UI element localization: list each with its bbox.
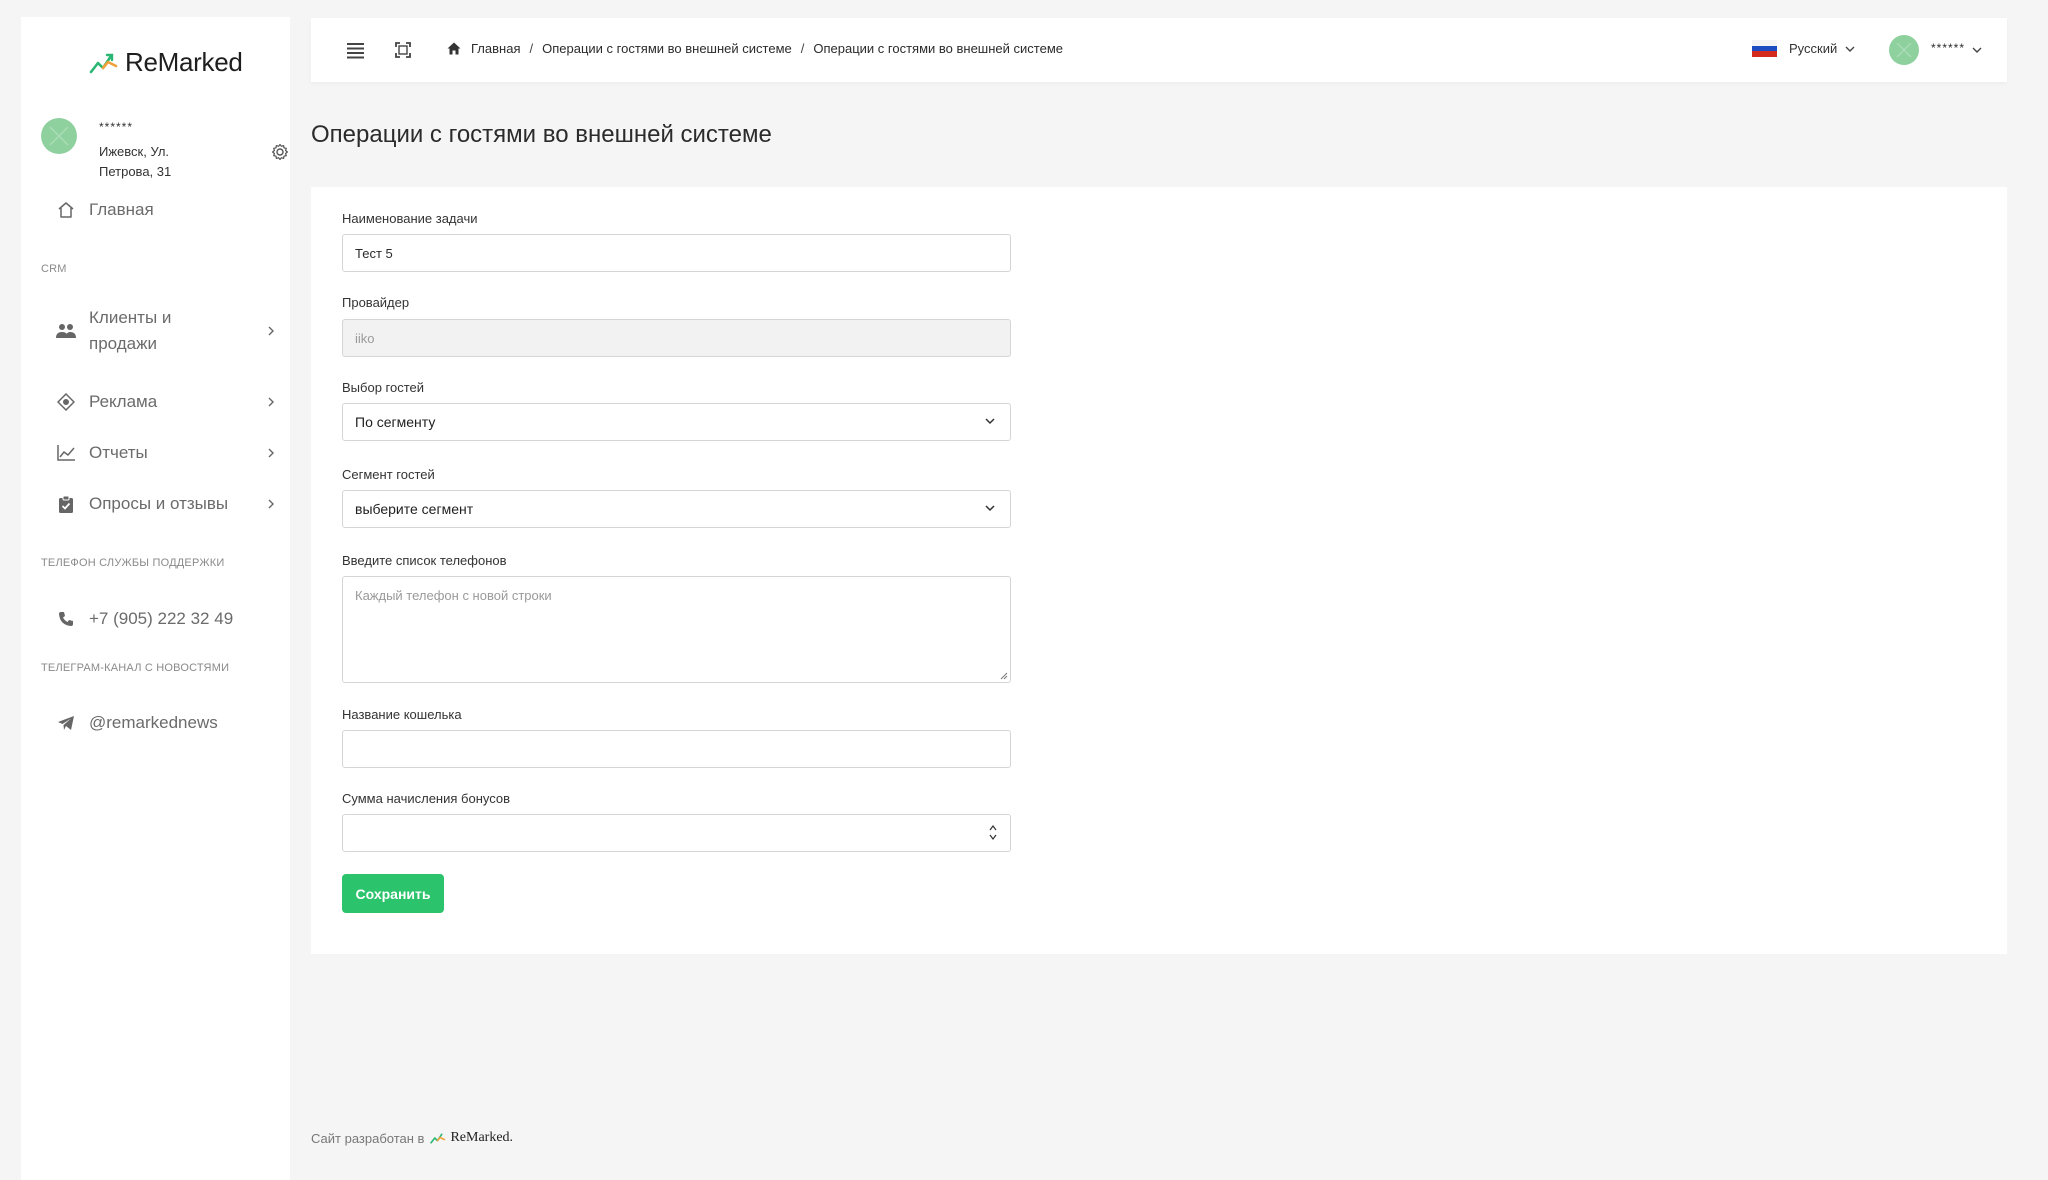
fullscreen-icon[interactable] bbox=[393, 40, 413, 60]
sidebar-item-label: Реклама bbox=[89, 392, 158, 411]
segment-label: Сегмент гостей bbox=[342, 467, 435, 482]
sidebar-item-label: Клиенты и продажи bbox=[89, 308, 172, 353]
bonus-number-input[interactable] bbox=[342, 814, 1011, 852]
chevron-down-icon bbox=[985, 505, 995, 512]
breadcrumb-separator: / bbox=[800, 41, 805, 56]
sidebar: ReMarked ****** Ижевск, Ул. Петрова, 31 … bbox=[21, 17, 290, 1180]
avatar[interactable] bbox=[41, 118, 77, 154]
segment-value: выберите сегмент bbox=[355, 501, 474, 517]
support-phone-link[interactable]: +7 (905) 222 32 49 bbox=[55, 608, 275, 630]
section-label-support: ТЕЛЕФОН СЛУЖБЫ ПОДДЕРЖКИ bbox=[41, 557, 225, 569]
avatar bbox=[1889, 35, 1919, 65]
russia-flag-icon bbox=[1752, 40, 1777, 58]
breadcrumb: Главная / Операции с гостями во внешней … bbox=[447, 41, 1063, 56]
sidebar-item-label: Отчеты bbox=[89, 443, 148, 462]
provider-value: iiko bbox=[355, 330, 375, 346]
task-name-input[interactable]: Тест 5 bbox=[342, 234, 1011, 272]
sidebar-item-surveys[interactable]: Опросы и отзывы bbox=[55, 493, 275, 515]
logo-chart-icon bbox=[430, 1133, 446, 1144]
wallet-label: Название кошелька bbox=[342, 707, 462, 722]
footer-text: Сайт разработан в bbox=[311, 1130, 425, 1146]
top-bar: Главная / Операции с гостями во внешней … bbox=[311, 18, 2007, 82]
provider-label: Провайдер bbox=[342, 295, 410, 310]
clipboard-check-icon bbox=[55, 493, 77, 515]
gear-icon[interactable] bbox=[270, 142, 290, 162]
wallet-input[interactable] bbox=[342, 730, 1011, 768]
resize-handle-icon[interactable] bbox=[999, 671, 1008, 680]
bonus-label: Сумма начисления бонусов bbox=[342, 791, 511, 806]
user-menu[interactable]: ****** bbox=[1889, 35, 1983, 65]
users-icon bbox=[55, 320, 77, 342]
logo-text: ReMarked bbox=[125, 47, 243, 77]
phones-placeholder: Каждый телефон с новой строки bbox=[355, 588, 552, 603]
phones-textarea[interactable]: Каждый телефон с новой строки bbox=[342, 576, 1011, 683]
breadcrumb-item-current: Операции с гостями во внешней системе bbox=[813, 41, 1063, 56]
app-logo[interactable]: ReMarked bbox=[89, 47, 243, 78]
telegram-link[interactable]: @remarkednews bbox=[55, 712, 275, 734]
guest-select-label: Выбор гостей bbox=[342, 380, 425, 395]
profile-block: ****** Ижевск, Ул. Петрова, 31 bbox=[41, 102, 288, 182]
provider-input: iiko bbox=[342, 319, 1011, 357]
phone-icon bbox=[55, 608, 77, 630]
chevron-right-icon bbox=[268, 448, 274, 458]
telegram-icon bbox=[55, 712, 77, 734]
section-label-crm: CRM bbox=[41, 263, 67, 275]
guest-select-value: По сегменту bbox=[355, 414, 436, 430]
chevron-right-icon bbox=[268, 397, 274, 407]
home-icon bbox=[447, 42, 461, 55]
sidebar-item-clients[interactable]: Клиенты и продажи bbox=[55, 305, 275, 357]
chevron-down-icon bbox=[1972, 47, 1982, 53]
sidebar-item-reports[interactable]: Отчеты bbox=[55, 442, 275, 464]
user-name: ****** bbox=[1931, 41, 1966, 55]
line-chart-icon bbox=[55, 442, 77, 464]
menu-icon[interactable] bbox=[345, 40, 367, 60]
support-phone: +7 (905) 222 32 49 bbox=[89, 609, 234, 628]
sidebar-item-ads[interactable]: Реклама bbox=[55, 391, 275, 413]
chevron-down-icon bbox=[1845, 46, 1855, 52]
sidebar-item-label: Главная bbox=[89, 200, 154, 219]
chevron-down-icon bbox=[985, 418, 995, 425]
breadcrumb-item-home[interactable]: Главная bbox=[471, 41, 520, 56]
profile-name: ****** bbox=[99, 120, 134, 134]
phones-label: Введите список телефонов bbox=[342, 553, 507, 568]
form-card: Наименование задачи Тест 5 Провайдер iik… bbox=[311, 187, 2007, 954]
guest-select-dropdown[interactable]: По сегменту bbox=[342, 403, 1011, 441]
telegram-handle: @remarkednews bbox=[89, 713, 218, 732]
sidebar-item-home[interactable]: Главная bbox=[55, 199, 275, 221]
save-button[interactable]: Сохранить bbox=[342, 874, 444, 913]
task-name-label: Наименование задачи bbox=[342, 211, 478, 226]
footer: Сайт разработан в ReMarked. bbox=[311, 1130, 513, 1146]
sidebar-item-label: Опросы и отзывы bbox=[89, 494, 229, 513]
segment-dropdown[interactable]: выберите сегмент bbox=[342, 490, 1011, 528]
profile-address: Ижевск, Ул. Петрова, 31 bbox=[99, 144, 172, 179]
target-icon bbox=[55, 391, 77, 413]
language-selector[interactable]: Русский bbox=[1752, 40, 1856, 58]
breadcrumb-separator: / bbox=[529, 41, 534, 56]
chevron-right-icon bbox=[268, 499, 274, 509]
logo-chart-icon bbox=[89, 53, 118, 73]
chevron-right-icon bbox=[268, 326, 274, 336]
footer-brand[interactable]: ReMarked. bbox=[450, 1130, 513, 1146]
task-name-value: Тест 5 bbox=[355, 245, 393, 261]
home-icon bbox=[55, 199, 77, 221]
page-title: Операции с гостями во внешней системе bbox=[311, 121, 772, 148]
language-label: Русский bbox=[1789, 41, 1838, 56]
breadcrumb-item-section[interactable]: Операции с гостями во внешней системе bbox=[542, 41, 792, 56]
number-spinner-icon[interactable] bbox=[988, 822, 998, 844]
section-label-telegram: ТЕЛЕГРАМ-КАНАЛ С НОВОСТЯМИ bbox=[41, 662, 230, 674]
